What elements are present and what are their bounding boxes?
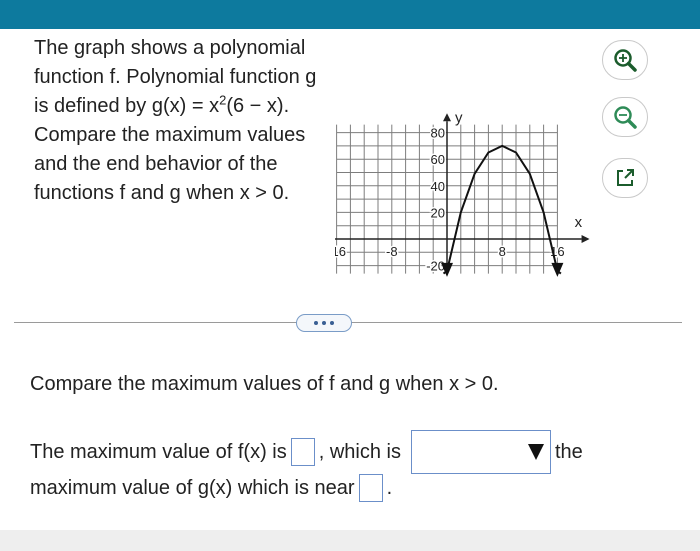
dropdown-caret-icon bbox=[527, 444, 544, 460]
zoom-in-button[interactable] bbox=[602, 40, 648, 80]
x-axis-label: x bbox=[575, 214, 583, 231]
question-prompt: Compare the maximum values of f and g wh… bbox=[30, 373, 499, 395]
answer-line-2: maximum value of g(x) which is near . bbox=[30, 474, 392, 502]
max-g-answer-box[interactable] bbox=[358, 474, 383, 502]
bottom-strip bbox=[0, 530, 700, 551]
top-bar bbox=[0, 0, 700, 29]
dot-icon bbox=[314, 321, 318, 325]
x-axis-arrow bbox=[581, 235, 590, 243]
y-tick-label: 20 bbox=[431, 205, 445, 220]
x-tick-label: -16 bbox=[335, 244, 346, 259]
problem-statement: The graph shows a polynomial function f.… bbox=[34, 34, 324, 208]
answer-text-4: maximum value of g(x) which is near bbox=[30, 476, 355, 499]
external-link-icon bbox=[617, 169, 634, 186]
y-tick-label: 60 bbox=[431, 152, 445, 167]
x-tick-label: 8 bbox=[499, 244, 506, 259]
answer-text-3: the bbox=[554, 440, 583, 463]
open-graph-button[interactable] bbox=[602, 158, 648, 198]
more-options-button[interactable] bbox=[296, 314, 352, 332]
zoom-in-icon bbox=[614, 49, 637, 72]
zoom-out-icon bbox=[614, 106, 637, 129]
answer-text-1: The maximum value of f(x) is bbox=[30, 440, 287, 463]
curve-arrowhead bbox=[551, 262, 564, 277]
dot-icon bbox=[322, 321, 326, 325]
answer-text-2: , which is bbox=[318, 440, 401, 463]
zoom-out-button[interactable] bbox=[602, 97, 648, 137]
dot-icon bbox=[330, 321, 334, 325]
answer-text-5: . bbox=[386, 476, 393, 499]
y-tick-label: 40 bbox=[431, 179, 445, 194]
y-tick-label: 80 bbox=[431, 126, 445, 141]
y-axis-arrow bbox=[443, 113, 451, 122]
y-axis-label: y bbox=[455, 109, 463, 126]
function-graph: -16-881680604020-20 y x bbox=[335, 109, 590, 277]
answer-line-1: The maximum value of f(x) is , which is … bbox=[30, 430, 583, 474]
max-f-answer-box[interactable] bbox=[290, 438, 315, 466]
y-tick-label: -20 bbox=[426, 259, 445, 274]
comparison-dropdown[interactable] bbox=[410, 430, 551, 474]
x-tick-label: -8 bbox=[386, 244, 398, 259]
